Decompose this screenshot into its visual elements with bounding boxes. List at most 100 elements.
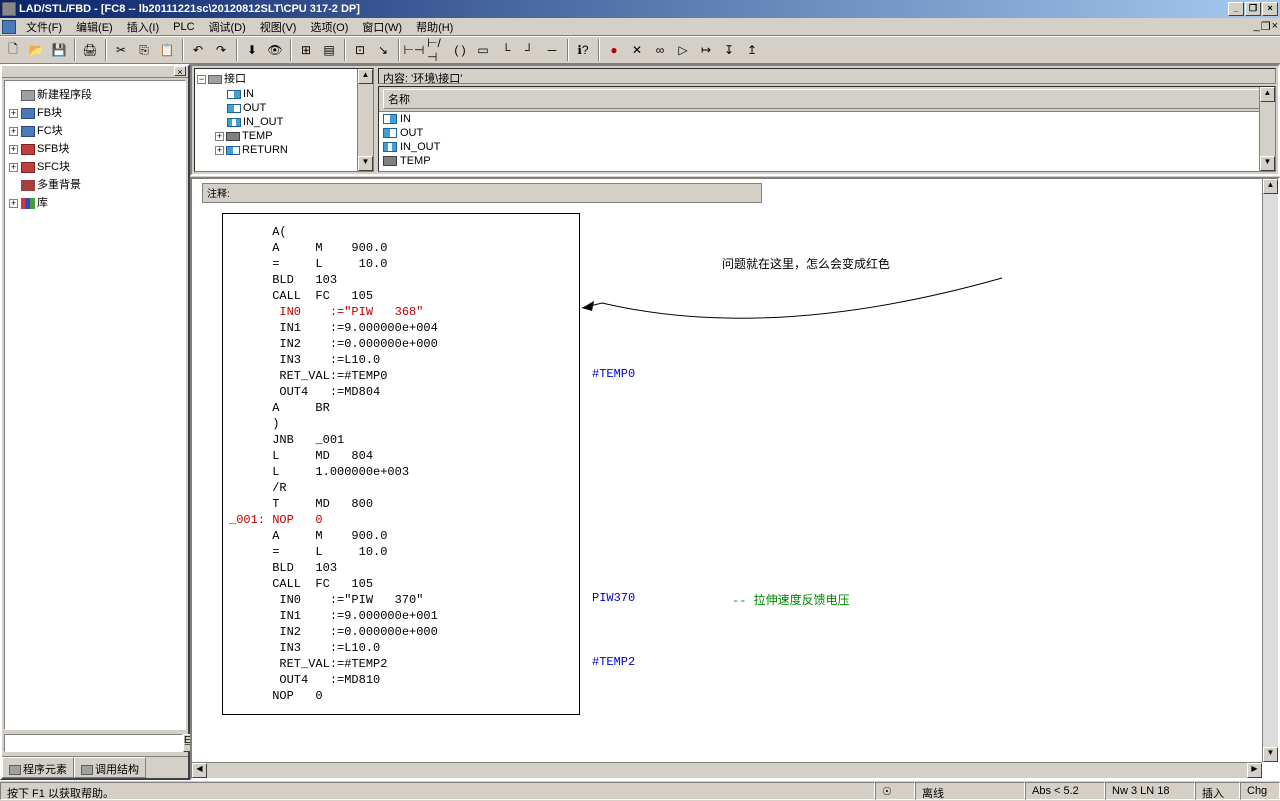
code-line[interactable]: JNB _001 xyxy=(229,432,573,448)
tb-contact-no[interactable]: ⊢⊣ xyxy=(403,39,425,61)
scroll-right-icon[interactable]: ▶ xyxy=(1247,763,1262,778)
tb-goto[interactable]: ↘ xyxy=(372,39,394,61)
code-line[interactable]: ) xyxy=(229,416,573,432)
code-line[interactable]: CALL FC 105 xyxy=(229,288,573,304)
collapse-icon[interactable]: − xyxy=(197,75,206,84)
tb-bp-list[interactable]: ∞ xyxy=(649,39,671,61)
tb-paste[interactable]: 📋 xyxy=(156,39,178,61)
code-line[interactable]: = L 10.0 xyxy=(229,544,573,560)
code-line[interactable]: A( xyxy=(229,224,573,240)
menu-file[interactable]: 文件(F) xyxy=(20,18,68,36)
tb-cut[interactable]: ✂ xyxy=(110,39,132,61)
tab-call-structure[interactable]: 调用结构 xyxy=(74,757,146,778)
tb-new[interactable]: 🗋 xyxy=(2,39,24,61)
expand-icon[interactable]: + xyxy=(9,145,18,154)
tb-step-out[interactable]: ↥ xyxy=(741,39,763,61)
code-line[interactable]: A BR xyxy=(229,400,573,416)
expand-icon[interactable]: + xyxy=(9,109,18,118)
tb-elements[interactable]: ⊞ xyxy=(295,39,317,61)
menu-edit[interactable]: 编辑(E) xyxy=(70,18,119,36)
code-line[interactable]: RET_VAL:=#TEMP0 xyxy=(229,368,573,384)
scroll-up-icon[interactable]: ▲ xyxy=(1263,179,1278,194)
tb-branch-open[interactable]: └ xyxy=(495,39,517,61)
tree-sfc[interactable]: +SFC块 xyxy=(9,157,181,175)
close-button[interactable]: × xyxy=(1262,2,1278,16)
tb-branch-close[interactable]: ┘ xyxy=(518,39,540,61)
tree-fb[interactable]: +FB块 xyxy=(9,103,181,121)
menu-help[interactable]: 帮助(H) xyxy=(410,18,459,36)
code-editor[interactable]: 注释: A( A M 900.0 = L 10.0 BLD 103 CALL F… xyxy=(190,177,1280,780)
tb-open[interactable]: 📂 xyxy=(25,39,47,61)
scroll-down-icon[interactable]: ▼ xyxy=(1260,156,1275,171)
tb-bp-del[interactable]: ✕ xyxy=(626,39,648,61)
comment-field[interactable]: 注释: xyxy=(202,183,762,203)
tb-undo[interactable]: ↶ xyxy=(187,39,209,61)
code-line[interactable]: L MD 804 xyxy=(229,448,573,464)
intf-root[interactable]: −接口 xyxy=(195,69,373,87)
menu-plc[interactable]: PLC xyxy=(167,20,200,34)
code-line[interactable]: T MD 800 xyxy=(229,496,573,512)
scrollbar-v[interactable]: ▲ ▼ xyxy=(357,69,373,171)
tb-monitor[interactable]: 👁 xyxy=(264,39,286,61)
scroll-down-icon[interactable]: ▼ xyxy=(358,156,373,171)
code-line[interactable]: /R xyxy=(229,480,573,496)
code-line[interactable]: OUT4 :=MD804 xyxy=(229,384,573,400)
code-line[interactable]: IN0 :="PIW 370" xyxy=(229,592,573,608)
tree-sfb[interactable]: +SFB块 xyxy=(9,139,181,157)
intf-return[interactable]: +RETURN xyxy=(195,143,373,157)
tb-bp-next[interactable]: ▷ xyxy=(672,39,694,61)
interface-tree[interactable]: −接口 IN OUT IN_OUT +TEMP +RETURN ▲ ▼ xyxy=(194,68,374,172)
tb-step-over[interactable]: ↦ xyxy=(695,39,717,61)
restore-button[interactable]: ❐ xyxy=(1245,2,1261,16)
tb-connection[interactable]: ─ xyxy=(541,39,563,61)
code-line[interactable]: BLD 103 xyxy=(229,560,573,576)
table-row[interactable]: IN_OUT xyxy=(379,140,1275,154)
intf-in[interactable]: IN xyxy=(195,87,373,101)
mdi-restore-button[interactable]: ❐ xyxy=(1261,20,1271,33)
tree-new-network[interactable]: 新建程序段 xyxy=(9,85,181,103)
code-line[interactable]: = L 10.0 xyxy=(229,256,573,272)
code-line[interactable]: L 1.000000e+003 xyxy=(229,464,573,480)
interface-table[interactable]: 名称 IN OUT IN_OUT TEMP ▲ ▼ xyxy=(378,86,1276,172)
tree-multi[interactable]: 多重背景 xyxy=(9,175,181,193)
scroll-up-icon[interactable]: ▲ xyxy=(1260,87,1275,102)
tb-bp-set[interactable]: ● xyxy=(603,39,625,61)
expand-icon[interactable]: + xyxy=(215,132,224,141)
menu-view[interactable]: 视图(V) xyxy=(254,18,303,36)
tb-contact-nc[interactable]: ⊢/⊣ xyxy=(426,39,448,61)
elements-tree[interactable]: 新建程序段 +FB块 +FC块 +SFB块 +SFC块 多重背景 +库 xyxy=(4,80,186,730)
code-line[interactable]: IN1 :=9.000000e+001 xyxy=(229,608,573,624)
panel-close-button[interactable]: × xyxy=(174,66,186,76)
tb-copy[interactable]: ⎘ xyxy=(133,39,155,61)
expand-icon[interactable]: + xyxy=(9,163,18,172)
code-line[interactable]: IN3 :=L10.0 xyxy=(229,352,573,368)
scroll-up-icon[interactable]: ▲ xyxy=(358,69,373,84)
scroll-down-icon[interactable]: ▼ xyxy=(1263,747,1278,762)
tb-save[interactable]: 💾 xyxy=(48,39,70,61)
code-line[interactable]: OUT4 :=MD810 xyxy=(229,672,573,688)
editor-scrollbar-v[interactable]: ▲ ▼ xyxy=(1262,179,1278,762)
code-line[interactable]: CALL FC 105 xyxy=(229,576,573,592)
menu-debug[interactable]: 调试(D) xyxy=(203,18,252,36)
code-line[interactable]: A M 900.0 xyxy=(229,240,573,256)
table-row[interactable]: OUT xyxy=(379,126,1275,140)
tree-fc[interactable]: +FC块 xyxy=(9,121,181,139)
table-row[interactable]: TEMP xyxy=(379,154,1275,168)
code-line[interactable]: A M 900.0 xyxy=(229,528,573,544)
tb-step-into[interactable]: ↧ xyxy=(718,39,740,61)
stl-code-block[interactable]: A( A M 900.0 = L 10.0 BLD 103 CALL FC 10… xyxy=(222,213,580,715)
minimize-button[interactable]: _ xyxy=(1228,2,1244,16)
table-row[interactable]: IN xyxy=(379,112,1275,126)
mdi-minimize-button[interactable]: _ xyxy=(1254,20,1260,33)
tb-print[interactable]: 🖨 xyxy=(79,39,101,61)
editor-scrollbar-h[interactable]: ◀ ▶ xyxy=(192,762,1262,778)
menu-insert[interactable]: 插入(I) xyxy=(121,18,165,36)
tb-redo[interactable]: ↷ xyxy=(210,39,232,61)
intf-out[interactable]: OUT xyxy=(195,101,373,115)
col-name[interactable]: 名称 xyxy=(383,89,1270,109)
code-line[interactable]: IN3 :=L10.0 xyxy=(229,640,573,656)
tab-program-elements[interactable]: 程序元素 xyxy=(2,757,74,778)
intf-temp[interactable]: +TEMP xyxy=(195,129,373,143)
code-line[interactable]: BLD 103 xyxy=(229,272,573,288)
tb-network[interactable]: ⊡ xyxy=(349,39,371,61)
